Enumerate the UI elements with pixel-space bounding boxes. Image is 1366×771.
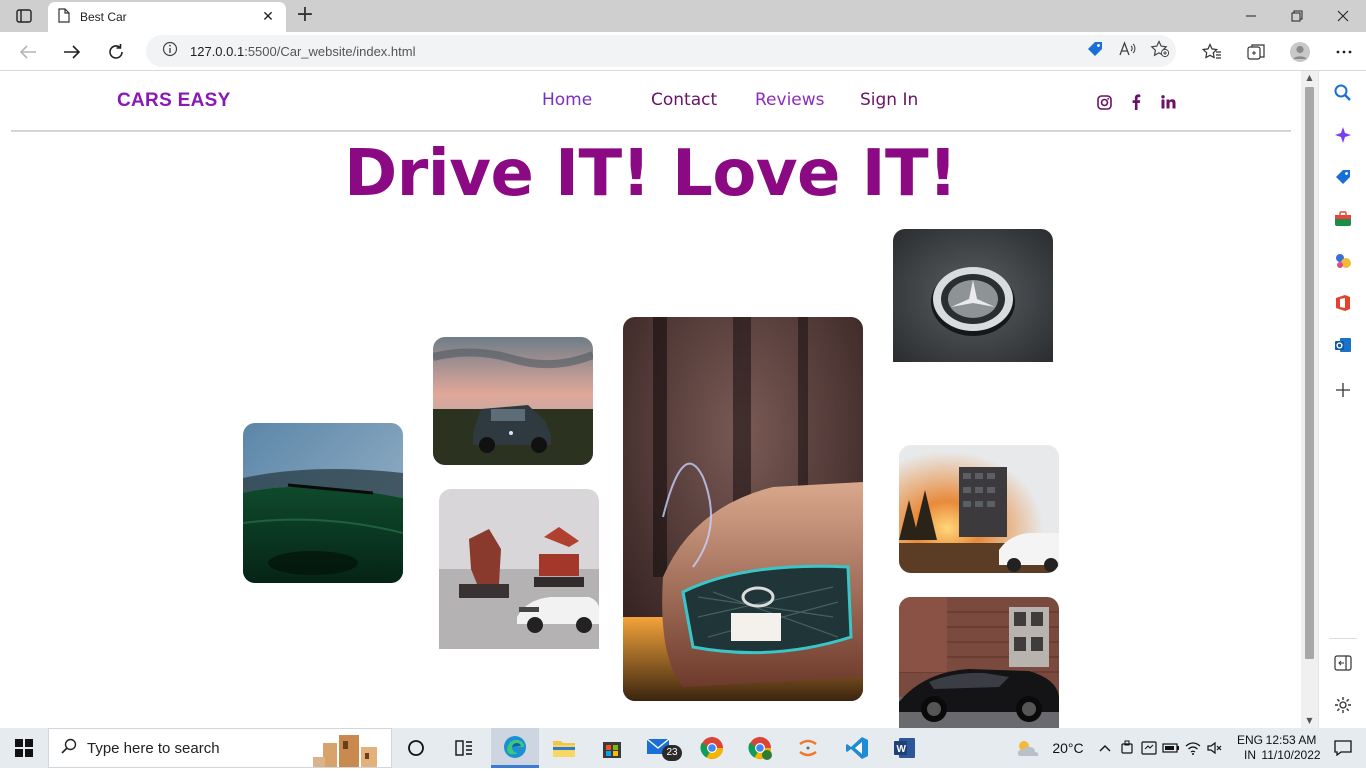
vscode-icon[interactable] — [833, 728, 881, 768]
read-aloud-icon[interactable] — [1118, 41, 1136, 61]
edge-taskbar-icon[interactable] — [491, 728, 539, 768]
sidebar-settings-icon[interactable] — [1319, 690, 1366, 720]
svg-text:W: W — [897, 744, 907, 755]
mail-icon[interactable]: 23 — [636, 728, 684, 768]
clock-time: 12:53 AM — [1265, 733, 1317, 747]
mail-unread-badge: 23 — [662, 745, 682, 761]
forward-button[interactable] — [58, 38, 86, 66]
url-host: 127.0.0.1 — [190, 43, 245, 59]
nav-home-link[interactable]: Home — [542, 90, 592, 110]
address-bar[interactable]: 127.0.0.1:5500/Car_website/index.html — [146, 35, 1176, 67]
new-tab-button[interactable]: + — [292, 4, 318, 28]
black-car-brick-photo — [899, 597, 1059, 728]
audi-building-photo — [899, 445, 1059, 573]
tab-actions-icon[interactable] — [8, 5, 40, 27]
add-favorite-icon[interactable] — [1150, 40, 1170, 62]
file-explorer-icon[interactable] — [540, 728, 588, 768]
page-icon — [58, 7, 70, 27]
edge-sidebar — [1318, 71, 1366, 728]
excavators-honda-photo — [439, 489, 599, 649]
clock[interactable]: 12:53 AM 11/10/2022 — [1260, 728, 1322, 768]
taskbar-search-box[interactable]: Type here to search — [48, 728, 392, 768]
search-icon — [61, 738, 77, 758]
back-button[interactable] — [14, 38, 42, 66]
address-toolbar: 127.0.0.1:5500/Car_website/index.html — [0, 32, 1366, 71]
windows-taskbar: Type here to search 23 W 20°C ENG IN 12:… — [0, 728, 1366, 768]
battery-icon[interactable] — [1160, 728, 1182, 768]
browser-tab[interactable]: Best Car ✕ — [48, 2, 286, 32]
nav-reviews-link[interactable]: Reviews — [755, 90, 825, 110]
wifi-icon[interactable] — [1182, 728, 1204, 768]
widgets-icon[interactable] — [440, 728, 488, 768]
sidebar-add-icon[interactable] — [1319, 375, 1366, 405]
tab-close-button[interactable]: ✕ — [260, 9, 276, 25]
coupon-tag-icon[interactable] — [1086, 40, 1104, 62]
weather-temperature[interactable]: 20°C — [1048, 728, 1088, 768]
show-hidden-icons-icon[interactable] — [1094, 728, 1116, 768]
sidebar-shopping-icon[interactable] — [1319, 162, 1366, 192]
url-text: 127.0.0.1:5500/Car_website/index.html — [190, 44, 415, 59]
favorites-icon[interactable] — [1190, 32, 1234, 71]
url-path: :5500/Car_website/index.html — [244, 43, 416, 59]
info-icon[interactable] — [162, 41, 178, 61]
hyundai-front-photo — [623, 317, 863, 701]
mercedes-emblem-photo — [893, 229, 1053, 362]
nav-contact-link[interactable]: Contact — [651, 90, 717, 110]
site-brand[interactable]: CARS EASY — [117, 90, 231, 112]
hero-title: Drive IT! Love IT! — [344, 137, 957, 211]
scroll-thumb[interactable] — [1305, 87, 1314, 659]
restore-button[interactable] — [1274, 0, 1320, 32]
jeep-sunset-photo — [433, 337, 593, 465]
close-window-button[interactable] — [1320, 0, 1366, 32]
web-page: CARS EASY Home Contact Reviews Sign In D… — [0, 71, 1301, 728]
word-icon[interactable]: W — [881, 728, 929, 768]
minimize-button[interactable] — [1228, 0, 1274, 32]
sidebar-outlook-icon[interactable] — [1319, 330, 1366, 360]
instagram-icon[interactable] — [1094, 92, 1114, 112]
volume-muted-icon[interactable] — [1204, 728, 1226, 768]
scroll-down-arrow-icon[interactable]: ▼ — [1301, 714, 1318, 728]
task-view-icon[interactable] — [392, 728, 440, 768]
page-scrollbar[interactable]: ▲ ▼ — [1301, 71, 1318, 728]
notifications-icon[interactable] — [1328, 728, 1358, 768]
refresh-button[interactable] — [102, 38, 130, 66]
sidebar-hide-icon[interactable] — [1319, 648, 1366, 678]
profile-avatar-icon[interactable] — [1278, 32, 1322, 71]
region-code: IN — [1244, 748, 1256, 762]
green-car-hood-photo — [243, 423, 403, 583]
chrome-profile-icon[interactable] — [736, 728, 784, 768]
clipboard-icon[interactable] — [1138, 728, 1160, 768]
tab-title: Best Car — [80, 10, 127, 24]
more-menu-icon[interactable] — [1322, 32, 1366, 71]
microsoft-store-icon[interactable] — [588, 728, 636, 768]
sidebar-search-icon[interactable] — [1319, 78, 1366, 108]
site-navbar: CARS EASY Home Contact Reviews Sign In — [11, 71, 1291, 132]
browser-tab-bar: Best Car ✕ + — [0, 0, 1366, 32]
facebook-icon[interactable] — [1126, 92, 1146, 112]
sidebar-games-icon[interactable] — [1319, 246, 1366, 276]
clock-date: 11/10/2022 — [1261, 748, 1321, 762]
sidebar-office-icon[interactable] — [1319, 288, 1366, 318]
sidebar-divider — [1329, 638, 1357, 639]
collections-icon[interactable] — [1234, 32, 1278, 71]
search-highlight-icon — [313, 729, 389, 771]
nav-signin-link[interactable]: Sign In — [860, 90, 918, 110]
onedrive-icon[interactable] — [1116, 728, 1138, 768]
scroll-up-arrow-icon[interactable]: ▲ — [1301, 71, 1318, 85]
sidebar-copilot-icon[interactable] — [1319, 120, 1366, 150]
weather-icon[interactable] — [1008, 728, 1048, 768]
windows-start-button[interactable] — [0, 728, 48, 768]
jupyter-icon[interactable] — [784, 728, 832, 768]
chrome-icon[interactable] — [688, 728, 736, 768]
sidebar-tools-icon[interactable] — [1319, 204, 1366, 234]
linkedin-icon[interactable] — [1158, 92, 1178, 112]
search-placeholder: Type here to search — [87, 739, 220, 757]
